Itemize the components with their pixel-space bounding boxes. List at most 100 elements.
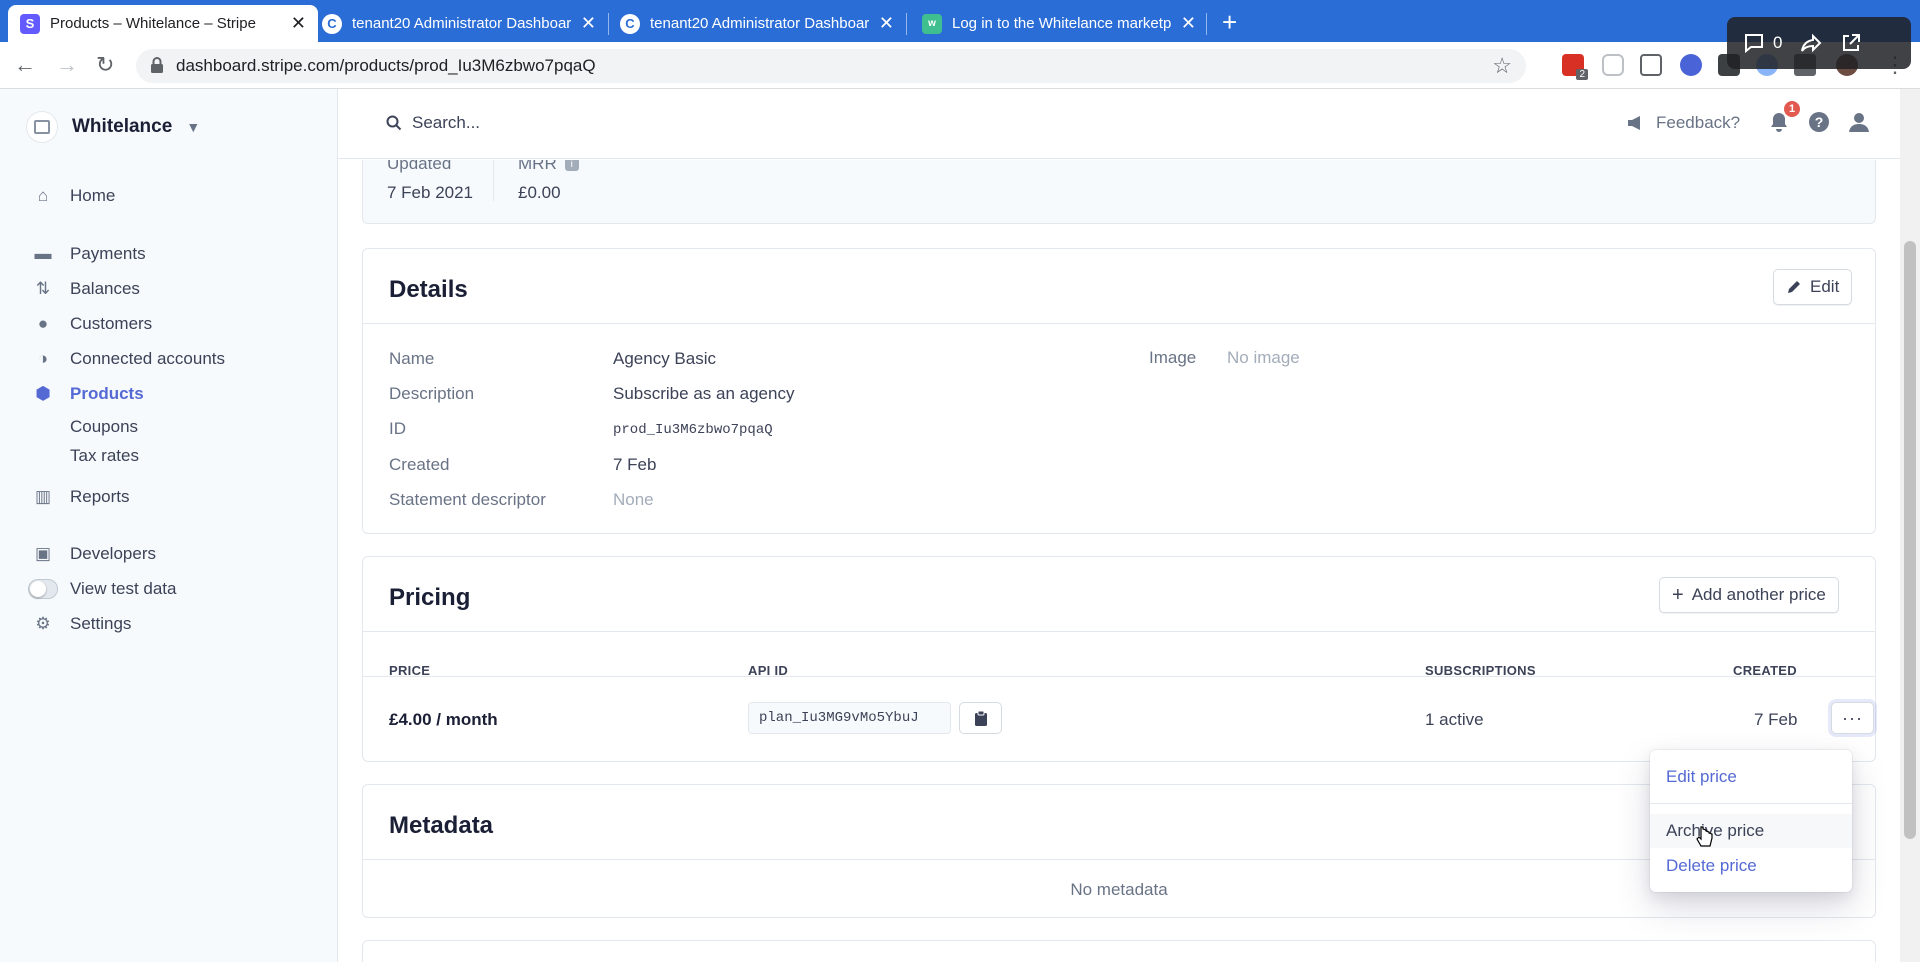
bookmark-star-icon[interactable]: ☆ xyxy=(1492,53,1512,79)
pricing-title: Pricing xyxy=(389,584,471,611)
delete-price-menu-item[interactable]: Delete price xyxy=(1650,849,1852,883)
details-card: Details Edit Name Agency Basic Descripti… xyxy=(362,248,1876,534)
metadata-divider xyxy=(363,859,1875,860)
close-tab-icon[interactable]: ✕ xyxy=(879,13,894,34)
sidebar-item-home[interactable]: ⌂ Home xyxy=(32,186,116,206)
created-date-value: 7 Feb xyxy=(1754,710,1798,729)
sidebar-item-label: Settings xyxy=(70,614,132,633)
forward-arrow-icon[interactable]: → xyxy=(56,52,78,78)
back-arrow-icon[interactable]: ← xyxy=(14,52,36,78)
summary-divider xyxy=(493,160,494,201)
scrollbar-thumb[interactable] xyxy=(1904,241,1916,839)
sidebar-item-reports[interactable]: ▥ Reports xyxy=(32,487,130,507)
user-icon[interactable] xyxy=(1848,111,1870,133)
pricing-card: Pricing + Add another price PRICE API ID… xyxy=(362,556,1876,762)
help-icon[interactable]: ? xyxy=(1808,111,1830,133)
notification-badge: 1 xyxy=(1784,101,1800,117)
sidebar-item-balances[interactable]: ⇅ Balances xyxy=(32,279,140,299)
details-title: Details xyxy=(389,276,468,303)
comment-button[interactable]: 0 xyxy=(1743,32,1782,54)
camera-extension-icon[interactable] xyxy=(1640,54,1662,76)
search-input[interactable]: Search... xyxy=(386,113,480,133)
lock-icon xyxy=(151,57,163,73)
sidebar-item-customers[interactable]: ● Customers xyxy=(32,314,152,334)
tab-title: Products – Whitelance – Stripe xyxy=(50,15,256,32)
price-actions-menu: Edit price Archive price Delete price xyxy=(1650,750,1852,892)
info-icon[interactable]: i xyxy=(564,160,579,171)
gear-icon: ⚙ xyxy=(35,614,51,633)
extension-red-icon[interactable]: 2 xyxy=(1562,54,1588,80)
sidebar-subitem-coupons[interactable]: Coupons xyxy=(70,417,138,437)
account-logo-icon xyxy=(26,111,58,143)
api-id-field[interactable]: plan_Iu3MG9vMo5YbuJ xyxy=(748,702,951,734)
image-value: No image xyxy=(1227,348,1300,367)
browser-tabstrip: S Products – Whitelance – Stripe ✕ C ten… xyxy=(0,0,1920,42)
metadata-card: Metadata No metadata xyxy=(362,784,1876,918)
sidebar-subitem-tax-rates[interactable]: Tax rates xyxy=(70,446,139,466)
copy-api-id-button[interactable] xyxy=(959,702,1002,734)
share-icon[interactable] xyxy=(1800,32,1822,54)
updated-value: 7 Feb 2021 xyxy=(387,183,474,202)
address-bar[interactable]: dashboard.stripe.com/products/prod_Iu3M6… xyxy=(136,49,1526,83)
product-summary: Updated 7 Feb 2021 MRR i £0.00 xyxy=(362,160,1876,224)
reload-icon[interactable]: ↻ xyxy=(96,52,114,78)
sidebar-item-label: Connected accounts xyxy=(70,349,225,368)
details-divider xyxy=(363,323,1875,324)
chevron-down-icon: ▼ xyxy=(186,119,201,135)
shield-extension-icon[interactable] xyxy=(1602,54,1624,76)
video-overlay-toolbar: 0 xyxy=(1727,17,1911,69)
edit-details-button[interactable]: Edit xyxy=(1773,269,1853,305)
plus-icon: + xyxy=(1672,583,1684,606)
sidebar-item-label: Customers xyxy=(70,314,153,333)
account-switcher[interactable]: Whitelance ▼ xyxy=(26,111,200,143)
test-data-toggle[interactable] xyxy=(28,579,58,599)
browser-tab-whitelance-login[interactable]: w Log in to the Whitelance marketplace ✕ xyxy=(910,5,1208,42)
table-row[interactable]: £4.00 / month plan_Iu3MG9vMo5YbuJ 1 acti… xyxy=(363,677,1875,763)
sidebar: Whitelance ▼ ⌂ Home ▬ Payments ⇅ Balance… xyxy=(0,89,338,962)
dashboard-favicon-icon: C xyxy=(620,13,640,34)
new-tab-icon[interactable]: + xyxy=(1222,7,1237,38)
stripe-favicon-icon: S xyxy=(20,13,40,34)
feedback-label: Feedback? xyxy=(1656,113,1741,132)
more-horizontal-icon: ··· xyxy=(1842,708,1863,728)
open-external-icon[interactable] xyxy=(1840,32,1862,54)
browser-tab-dashboard-1[interactable]: C tenant20 Administrator Dashboard ✕ xyxy=(310,5,608,42)
api-id-value: plan_Iu3MG9vMo5YbuJ xyxy=(759,710,919,726)
close-tab-icon[interactable]: ✕ xyxy=(291,13,306,34)
archive-price-menu-item[interactable]: Archive price xyxy=(1650,814,1852,848)
feedback-button[interactable]: Feedback? xyxy=(1626,113,1740,133)
payments-icon: ▬ xyxy=(34,244,52,263)
search-placeholder: Search... xyxy=(412,113,481,132)
tab-title: tenant20 Administrator Dashboard xyxy=(650,15,869,32)
sidebar-item-products[interactable]: ⬢ Products xyxy=(32,384,144,404)
created-label: Created xyxy=(389,455,450,474)
reports-icon: ▥ xyxy=(34,487,52,506)
add-another-price-button[interactable]: + Add another price xyxy=(1659,577,1839,613)
tab-title: tenant20 Administrator Dashboard xyxy=(352,15,571,32)
close-tab-icon[interactable]: ✕ xyxy=(581,13,596,34)
browser-tab-dashboard-2[interactable]: C tenant20 Administrator Dashboard ✕ xyxy=(608,5,906,42)
sidebar-item-connected-accounts[interactable]: ◑ Connected accounts xyxy=(32,349,225,369)
sidebar-item-label: Balances xyxy=(70,279,140,298)
browser-toolbar: ← → ↻ dashboard.stripe.com/products/prod… xyxy=(0,42,1920,89)
edit-price-menu-item[interactable]: Edit price xyxy=(1650,760,1852,794)
sidebar-item-developers[interactable]: ▣ Developers xyxy=(32,544,156,564)
id-label: ID xyxy=(389,419,406,438)
row-actions-button[interactable]: ··· xyxy=(1831,702,1874,734)
sidebar-item-view-test-data[interactable]: View test data xyxy=(28,579,176,599)
sidebar-item-settings[interactable]: ⚙ Settings xyxy=(32,614,131,634)
mrr-label: MRR i xyxy=(518,160,579,174)
created-value: 7 Feb xyxy=(613,455,657,474)
name-value: Agency Basic xyxy=(613,349,716,368)
browser-tab-stripe[interactable]: S Products – Whitelance – Stripe ✕ xyxy=(8,5,318,42)
svg-text:?: ? xyxy=(1815,114,1824,130)
home-icon: ⌂ xyxy=(37,186,49,205)
account-name: Whitelance xyxy=(72,116,173,137)
page-scrollbar[interactable] xyxy=(1900,89,1920,962)
metadata-title: Metadata xyxy=(389,812,494,839)
price-amount: £4.00 / month xyxy=(389,710,498,729)
balances-icon: ⇅ xyxy=(35,279,51,298)
color-extension-icon[interactable] xyxy=(1680,54,1702,76)
close-tab-icon[interactable]: ✕ xyxy=(1181,13,1196,34)
sidebar-item-payments[interactable]: ▬ Payments xyxy=(32,244,146,264)
